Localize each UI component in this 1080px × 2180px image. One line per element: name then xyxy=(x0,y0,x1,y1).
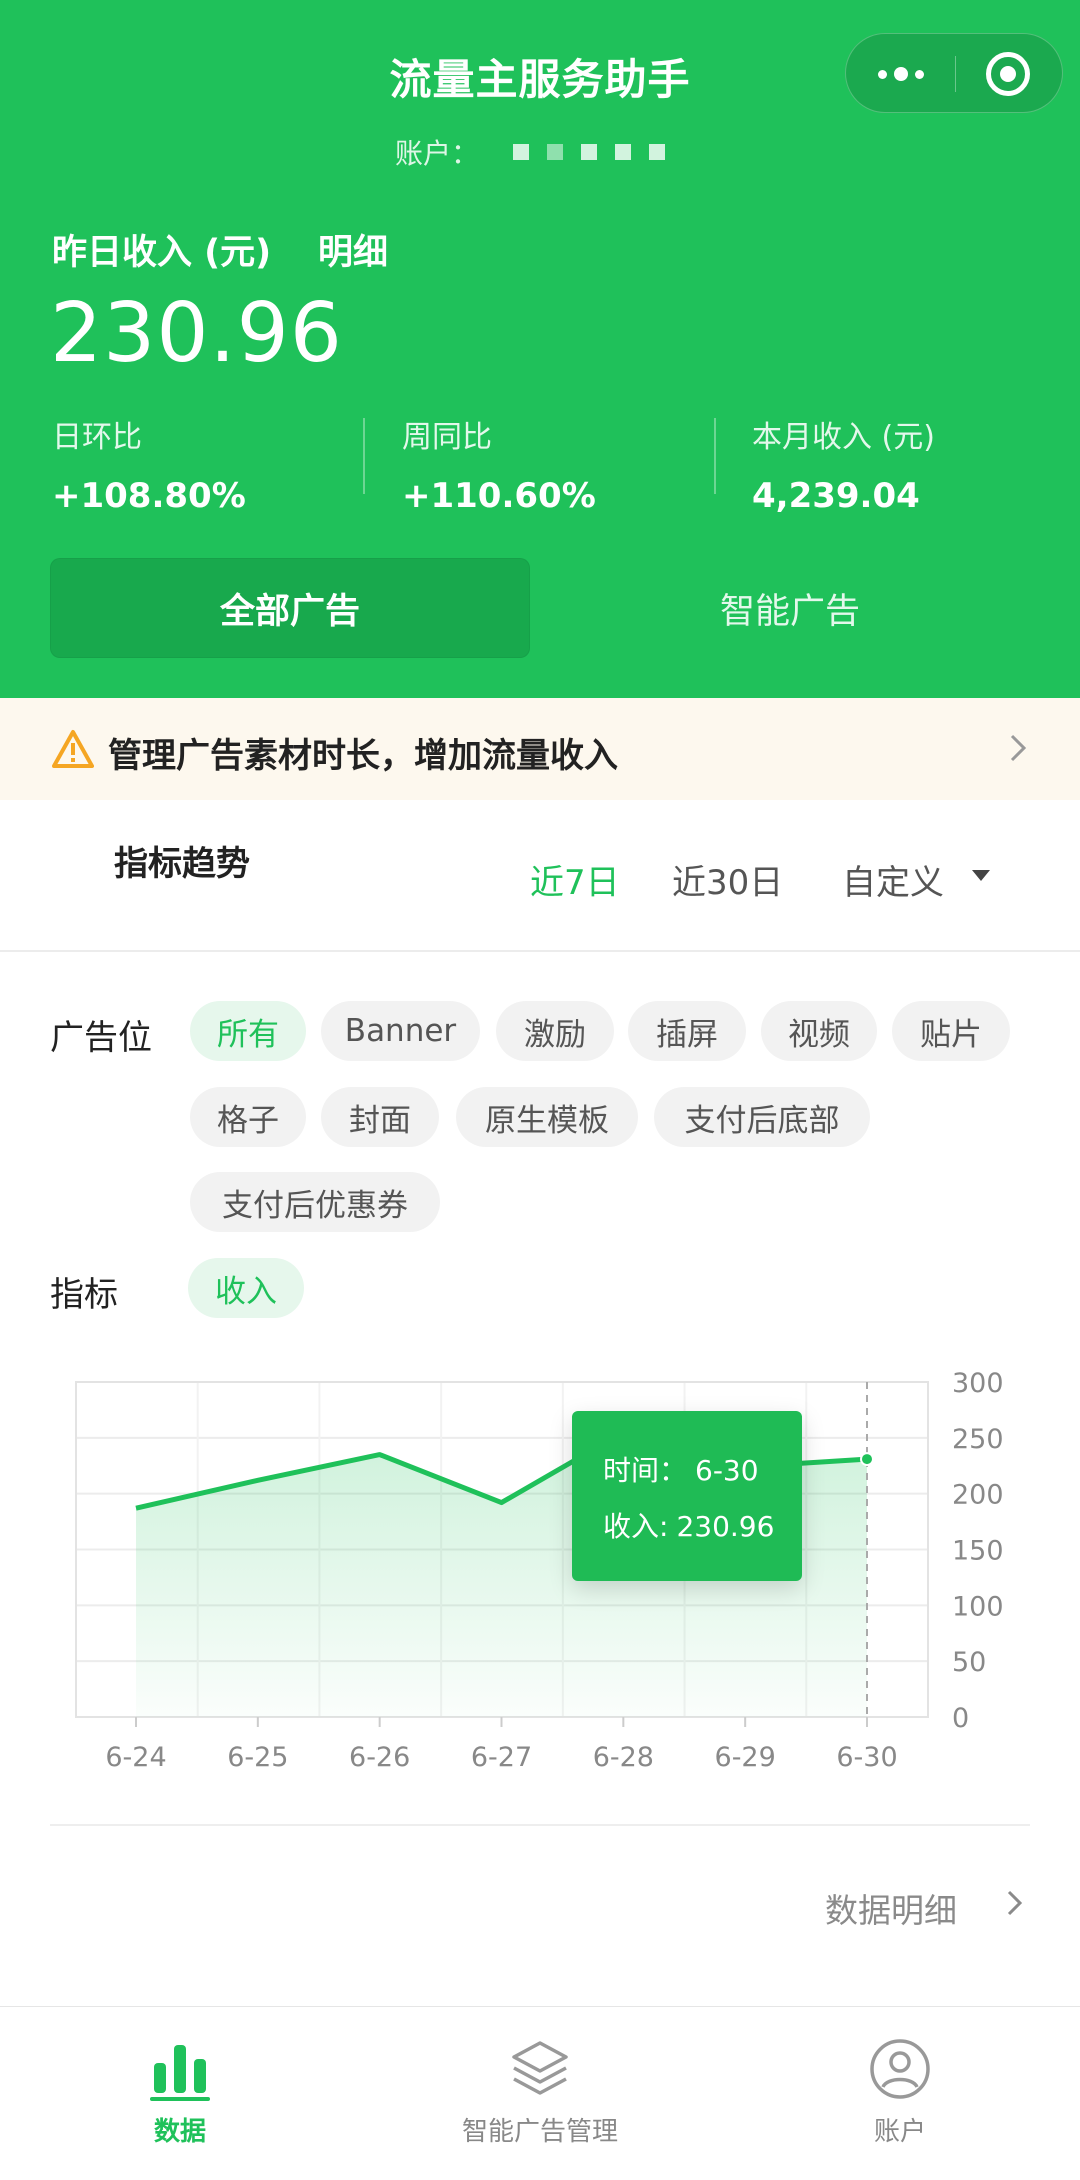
x-tick-label: 6-28 xyxy=(593,1742,654,1773)
tab-bar: 数据 智能广告管理 账户 xyxy=(0,2006,1080,2180)
layers-icon xyxy=(512,2041,568,2095)
chip-slot-all[interactable]: 所有 xyxy=(190,1001,306,1061)
mini-program-capsule xyxy=(845,33,1063,113)
x-tick-label: 6-26 xyxy=(349,1742,410,1773)
chip-slot-interstitial[interactable]: 插屏 xyxy=(628,1001,746,1061)
stat-label: 日环比 xyxy=(52,420,142,455)
chevron-right-icon[interactable] xyxy=(1000,1888,1030,1918)
y-tick-label: 300 xyxy=(952,1368,1004,1399)
chip-slot-grid[interactable]: 格子 xyxy=(190,1087,306,1147)
stat-divider xyxy=(714,418,716,494)
dropdown-arrow-icon[interactable] xyxy=(972,870,990,881)
x-tick-label: 6-25 xyxy=(227,1742,288,1773)
segment-all-ads[interactable]: 全部广告 xyxy=(50,558,530,658)
yesterday-income-label: 昨日收入 (元) xyxy=(52,233,272,273)
chevron-right-icon xyxy=(1010,734,1027,762)
stat-month-income: 本月收入 (元) 4,239.04 xyxy=(752,412,935,516)
income-trend-chart: 300 250 200 150 100 50 0 6-24 6-25 6-26 6-27 6-28 6-… xyxy=(75,1368,1004,1773)
account-masked-value xyxy=(513,144,666,160)
tooltip-time-label: 时间： xyxy=(603,1454,688,1487)
tooltip-value-label: 收入: xyxy=(603,1510,669,1543)
x-tick-label: 6-27 xyxy=(471,1742,532,1773)
range-7-days[interactable]: 近7日 xyxy=(530,855,620,904)
bar-chart-icon xyxy=(150,2045,210,2101)
chip-metric-income[interactable]: 收入 xyxy=(188,1258,304,1318)
yesterday-income-value: 230.96 xyxy=(50,286,343,381)
divider xyxy=(50,1824,1030,1826)
tooltip-value: 收入: 230.96 xyxy=(603,1505,774,1545)
tab-label: 数据 xyxy=(153,2117,206,2147)
user-icon xyxy=(870,2039,930,2099)
chip-slot-banner[interactable]: Banner xyxy=(321,1001,480,1061)
stat-label: 本月收入 (元) xyxy=(752,420,935,455)
y-tick-label: 50 xyxy=(952,1647,986,1678)
tab-data[interactable]: 数据 xyxy=(0,2007,360,2180)
ad-slot-label: 广告位 xyxy=(50,1018,152,1058)
stat-label: 周同比 xyxy=(402,420,492,455)
y-tick-label: 0 xyxy=(952,1703,969,1734)
x-tick-label: 6-24 xyxy=(105,1742,166,1773)
y-tick-label: 100 xyxy=(952,1591,1004,1622)
warning-icon xyxy=(52,730,94,768)
stat-value: 4,239.04 xyxy=(752,476,920,516)
stat-day-over-day: 日环比 +108.80% xyxy=(52,412,246,516)
y-tick-label: 200 xyxy=(952,1480,1004,1511)
chart-tooltip: 时间： 6-30 收入: 230.96 xyxy=(572,1411,802,1581)
tooltip-time: 时间： 6-30 xyxy=(603,1449,759,1489)
x-tick-label: 6-30 xyxy=(836,1742,897,1773)
tab-label: 账户 xyxy=(873,2117,926,2147)
account-label: 账户： xyxy=(395,137,480,170)
tooltip-value-number: 230.96 xyxy=(676,1510,775,1543)
notice-bar[interactable]: 管理广告素材时长，增加流量收入 xyxy=(0,698,1080,800)
stat-value: +108.80% xyxy=(52,476,246,516)
close-target-icon[interactable] xyxy=(986,52,1030,96)
chip-slot-patch[interactable]: 贴片 xyxy=(892,1001,1010,1061)
header-panel: 流量主服务助手 账户： 昨日收入 (元) 明细 230.96 日环比 +108.… xyxy=(0,0,1080,698)
account-row: 账户： xyxy=(395,132,666,172)
stat-week-over-week: 周同比 +110.60% xyxy=(402,412,596,516)
data-point-highlight xyxy=(860,1452,874,1467)
more-menu-icon[interactable] xyxy=(846,34,955,114)
trend-title: 指标趋势 xyxy=(114,844,250,884)
y-tick-label: 150 xyxy=(952,1536,1004,1567)
x-tick-label: 6-29 xyxy=(715,1742,776,1773)
tab-label: 智能广告管理 xyxy=(461,2117,618,2147)
chip-slot-native[interactable]: 原生模板 xyxy=(456,1087,638,1147)
stat-divider xyxy=(363,418,365,494)
detail-link[interactable]: 明细 xyxy=(318,224,388,275)
chip-slot-video[interactable]: 视频 xyxy=(761,1001,877,1061)
tooltip-time-value: 6-30 xyxy=(695,1454,759,1487)
y-tick-label: 250 xyxy=(952,1424,1004,1455)
range-custom[interactable]: 自定义 xyxy=(842,855,944,904)
divider xyxy=(0,950,1080,952)
chip-slot-cover[interactable]: 封面 xyxy=(321,1087,439,1147)
stat-value: +110.60% xyxy=(402,476,596,516)
segment-smart-ads[interactable]: 智能广告 xyxy=(560,558,1020,658)
chip-slot-reward[interactable]: 激励 xyxy=(496,1001,614,1061)
chip-slot-pay-coupon[interactable]: 支付后优惠券 xyxy=(190,1172,440,1232)
metric-label: 指标 xyxy=(50,1275,118,1315)
tab-smart-ad-management[interactable]: 智能广告管理 xyxy=(360,2007,720,2180)
tab-account[interactable]: 账户 xyxy=(720,2007,1080,2180)
notice-text: 管理广告素材时长，增加流量收入 xyxy=(108,736,618,776)
data-detail-link[interactable]: 数据明细 xyxy=(825,1884,957,1932)
range-30-days[interactable]: 近30日 xyxy=(672,855,783,904)
chip-slot-pay-bottom[interactable]: 支付后底部 xyxy=(654,1087,870,1147)
